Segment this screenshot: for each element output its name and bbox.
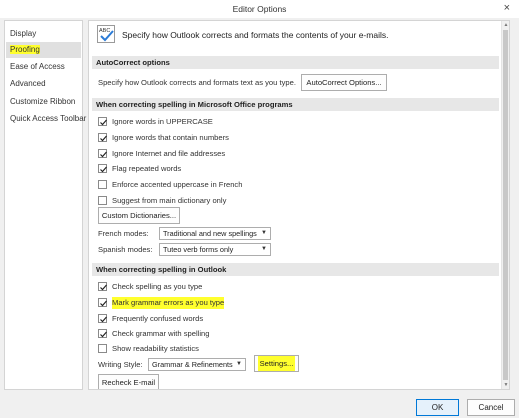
sidebar: Display Proofing Ease of Access Advanced… — [4, 20, 86, 390]
chevron-down-icon: ▼ — [261, 246, 267, 252]
vertical-scrollbar[interactable]: ▲ ▼ — [501, 21, 509, 389]
checkbox-label: Show readability statistics — [112, 344, 199, 353]
french-modes-label: French modes: — [98, 229, 149, 238]
checkbox-label: Flag repeated words — [112, 164, 182, 173]
checkbox[interactable] — [98, 329, 107, 338]
abc-icon-text: ABC — [99, 28, 110, 34]
scroll-thumb[interactable] — [503, 30, 508, 380]
sidebar-item-label: Proofing — [10, 45, 40, 54]
settings-button[interactable]: Settings... — [254, 355, 299, 372]
title-bar: Editor Options × — [0, 0, 519, 18]
spanish-modes-label: Spanish modes: — [98, 245, 153, 254]
autocorrect-description: Specify how Outlook corrects and formats… — [98, 78, 296, 87]
checkbox[interactable] — [98, 344, 107, 353]
cancel-button[interactable]: Cancel — [467, 399, 515, 416]
spanish-modes-value: Tuteo verb forms only — [163, 245, 234, 254]
settings-label: Settings... — [257, 356, 296, 371]
checkbox-label: Check spelling as you type — [112, 282, 203, 291]
checkbox-label: Frequently confused words — [112, 314, 204, 323]
window-title: Editor Options — [232, 4, 287, 14]
checkbox[interactable] — [98, 196, 107, 205]
chevron-down-icon: ▼ — [261, 230, 267, 236]
checkbox[interactable] — [98, 149, 107, 158]
checkbox-label: Ignore Internet and file addresses — [112, 149, 226, 158]
sidebar-item-label: Display — [10, 29, 37, 38]
abc-check-icon: ABC — [97, 25, 117, 44]
custom-dictionaries-label: Custom Dictionaries... — [101, 211, 177, 220]
checkbox[interactable] — [98, 314, 107, 323]
ok-button[interactable]: OK — [416, 399, 459, 416]
options-panel: ▲ ▼ ABC Specify how Outlook corrects and… — [88, 20, 510, 390]
scroll-down-icon[interactable]: ▼ — [502, 382, 509, 388]
sidebar-item-label: Customize Ribbon — [10, 97, 76, 106]
french-modes-value: Traditional and new spellings — [163, 229, 257, 238]
spanish-modes-select[interactable]: Tuteo verb forms only ▼ — [159, 243, 271, 256]
chevron-down-icon: ▼ — [236, 361, 242, 367]
sidebar-item-label: Advanced — [10, 79, 46, 88]
autocorrect-options-label: AutoCorrect Options... — [306, 78, 382, 87]
section-autocorrect: AutoCorrect options — [92, 56, 499, 69]
french-modes-select[interactable]: Traditional and new spellings ▼ — [159, 227, 271, 240]
close-icon[interactable]: × — [504, 2, 510, 14]
section-outlook-spelling: When correcting spelling in Outlook — [92, 263, 499, 276]
sidebar-item-advanced[interactable]: Advanced — [6, 76, 81, 92]
autocorrect-options-button[interactable]: AutoCorrect Options... — [301, 74, 387, 91]
custom-dictionaries-button[interactable]: Custom Dictionaries... — [98, 207, 180, 224]
writing-style-select[interactable]: Grammar & Refinements ▼ — [148, 358, 246, 371]
checkbox[interactable] — [98, 180, 107, 189]
recheck-email-button[interactable]: Recheck E-mail — [98, 374, 159, 389]
sidebar-item-proofing[interactable]: Proofing — [6, 42, 81, 58]
checkbox-label: Enforce accented uppercase in French — [112, 180, 243, 189]
section-office-spelling: When correcting spelling in Microsoft Of… — [92, 98, 499, 111]
checkbox[interactable] — [98, 282, 107, 291]
sidebar-item-label: Ease of Access — [10, 62, 65, 71]
recheck-email-label: Recheck E-mail — [101, 378, 156, 387]
checkbox[interactable] — [98, 117, 107, 126]
checkbox-label: Ignore words in UPPERCASE — [112, 117, 213, 126]
checkbox[interactable] — [98, 298, 107, 307]
checkbox[interactable] — [98, 164, 107, 173]
sidebar-item-label: Quick Access Toolbar — [10, 114, 87, 123]
sidebar-item-ease-of-access[interactable]: Ease of Access — [6, 59, 81, 75]
writing-style-label: Writing Style: — [98, 360, 143, 369]
checkbox[interactable] — [98, 133, 107, 142]
scroll-up-icon[interactable]: ▲ — [502, 22, 509, 28]
checkbox-label: Check grammar with spelling — [112, 329, 210, 338]
sidebar-item-display[interactable]: Display — [6, 26, 81, 42]
page-header-text: Specify how Outlook corrects and formats… — [122, 30, 389, 40]
sidebar-item-customize-ribbon[interactable]: Customize Ribbon — [6, 94, 81, 110]
checkbox-label: Suggest from main dictionary only — [112, 196, 227, 205]
checkbox-label: Mark grammar errors as you type — [112, 297, 225, 309]
writing-style-value: Grammar & Refinements — [152, 360, 233, 369]
sidebar-item-quick-access-toolbar[interactable]: Quick Access Toolbar — [6, 111, 86, 127]
checkbox-label: Ignore words that contain numbers — [112, 133, 229, 142]
